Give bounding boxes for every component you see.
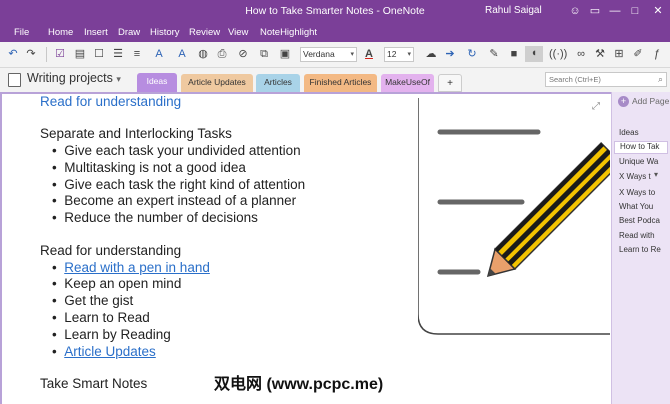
notebook-name: Writing projects (27, 71, 113, 85)
list-item: • Keep an open mind (52, 276, 182, 291)
plus-icon: + (618, 96, 629, 107)
list-item: • Reduce the number of decisions (52, 210, 258, 225)
menu-insert[interactable]: Insert (84, 27, 108, 38)
list-item: • Learn by Reading (52, 327, 171, 342)
styles-icon[interactable]: A (175, 47, 189, 61)
user-name[interactable]: Rahul Saigal (485, 5, 542, 16)
undo-icon[interactable]: ↶ (6, 47, 20, 61)
page-item[interactable]: Read with (619, 231, 667, 240)
search-input[interactable]: Search (Ctrl+E) ⌕ (545, 72, 667, 87)
spelling-icon[interactable]: A (152, 47, 166, 61)
font-name-select[interactable]: Verdana ▾ (300, 47, 357, 62)
section-heading: Take Smart Notes (40, 376, 148, 391)
list-item: • Give each task the right kind of atten… (52, 177, 306, 192)
list-item[interactable]: • Read with a pen in hand (52, 260, 210, 275)
chevron-down-icon: ▾ (407, 51, 411, 58)
close-button[interactable]: ✕ (648, 2, 668, 20)
watermark-text: 双电网 (www.pcpc.me) (214, 376, 384, 393)
format-painter-icon[interactable]: ⧉ (257, 47, 271, 61)
page-item[interactable]: What You (619, 202, 667, 211)
menu-view[interactable]: View (228, 27, 248, 38)
menu-history[interactable]: History (150, 27, 180, 38)
highlight-icon[interactable]: ✎ (487, 47, 501, 61)
list-item: • Give each task your undivided attentio… (52, 143, 301, 158)
tab-ideas[interactable]: Ideas (137, 73, 177, 92)
list-item: • Multitasking is not a good idea (52, 160, 246, 175)
minimize-button[interactable]: — (605, 2, 625, 20)
web-icon[interactable]: ◍ (196, 47, 210, 61)
fx-icon[interactable]: ƒ (650, 47, 664, 61)
list-item: • Become an expert instead of a planner (52, 193, 297, 208)
notebook-selector[interactable]: Writing projects ▾ (27, 71, 121, 85)
toolbar-separator (46, 47, 47, 62)
menu-review[interactable]: Review (189, 27, 220, 38)
add-page-button[interactable]: + Add Page (618, 96, 669, 107)
page-item[interactable]: Best Podca (619, 216, 667, 225)
search-placeholder: Search (Ctrl+E) (549, 75, 601, 84)
list-item: • Get the gist (52, 293, 134, 308)
expand-icon[interactable]: ⤢ (592, 101, 600, 112)
bullets-icon[interactable]: ☰ (111, 47, 125, 61)
link-icon[interactable]: ∞ (574, 47, 588, 61)
tab-article-updates[interactable]: Article Updates (181, 74, 253, 92)
tools-icon[interactable]: ⚒ (593, 47, 607, 61)
add-section-button[interactable]: + (438, 74, 462, 92)
dock-icon[interactable]: ▤ (73, 47, 87, 61)
font-size-value: 12 (387, 49, 397, 59)
block-icon[interactable]: ■ (507, 47, 521, 61)
notebook-icon (8, 73, 21, 87)
maximize-button[interactable]: □ (625, 2, 645, 20)
todo-tag-icon[interactable]: ☑ (53, 47, 67, 61)
font-size-select[interactable]: 12 ▾ (384, 47, 414, 62)
numbering-icon[interactable]: ≡ (130, 47, 144, 61)
tab-articles[interactable]: Articles (256, 74, 300, 92)
print-icon[interactable]: ⎙ (215, 47, 229, 61)
tab-makeuseof[interactable]: MakeUseOf (381, 74, 434, 92)
menu-file[interactable]: File (14, 27, 29, 38)
menu-bar: File Home Insert Draw History Review Vie… (0, 24, 670, 42)
attach-icon[interactable]: ⊘ (236, 47, 250, 61)
pencil-icon (486, 142, 610, 278)
cloud-icon[interactable]: ☁ (424, 47, 438, 61)
checklist-icon[interactable]: ☐ (92, 47, 106, 61)
menu-notehighlight[interactable]: NoteHighlight (260, 27, 317, 38)
chevron-down-icon: ▾ (350, 51, 354, 58)
add-page-label: Add Page (632, 96, 670, 106)
page-item[interactable]: X Ways to (619, 188, 667, 197)
section-heading: Separate and Interlocking Tasks (40, 126, 232, 141)
font-name-value: Verdana (303, 49, 335, 59)
smiley-icon[interactable]: ☺ (565, 2, 585, 20)
calculator-icon[interactable]: ⊞ (612, 47, 626, 61)
redo-icon[interactable]: ↷ (24, 47, 38, 61)
link[interactable]: Article Updates (64, 344, 156, 359)
pencil-illustration (418, 98, 610, 335)
list-item: • Learn to Read (52, 310, 150, 325)
title-bar: How to Take Smarter Notes - OneNote Rahu… (0, 0, 670, 24)
wireless-icon[interactable]: ((·)) (549, 47, 567, 61)
image-icon[interactable]: ▣ (278, 47, 292, 61)
search-icon[interactable]: ⌕ (658, 73, 663, 86)
chevron-down-icon[interactable]: ▾ (654, 170, 658, 179)
menu-draw[interactable]: Draw (118, 27, 140, 38)
audio-icon[interactable]: ◖ (525, 46, 543, 62)
link[interactable]: Read with a pen in hand (64, 260, 210, 275)
page-item-selected[interactable]: How to Tak (614, 141, 668, 154)
page-item[interactable]: Unique Wa (619, 157, 667, 166)
ribbon-display-icon[interactable]: ▭ (585, 2, 605, 20)
page-item[interactable]: Ideas (619, 128, 667, 137)
menu-home[interactable]: Home (48, 27, 73, 38)
font-color-icon[interactable]: A (362, 47, 376, 61)
tab-finished-articles[interactable]: Finished Articles (304, 74, 377, 92)
page-item[interactable]: Learn to Re (619, 245, 667, 254)
top-link-text[interactable]: Read for understanding (40, 94, 181, 109)
chevron-down-icon: ▾ (116, 74, 121, 84)
sync-icon[interactable]: ↻ (465, 47, 479, 61)
forward-arrow-icon[interactable]: ➔ (443, 47, 457, 61)
notebook-nav: Writing projects ▾ Ideas Article Updates… (0, 68, 670, 92)
brush-icon[interactable]: ✐ (631, 47, 645, 61)
list-item[interactable]: • Article Updates (52, 344, 156, 359)
page-item[interactable]: X Ways t (619, 172, 667, 181)
quick-toolbar: ↶ ↷ ☑ ▤ ☐ ☰ ≡ A A ◍ ⎙ ⊘ ⧉ ▣ Verdana ▾ A 1… (0, 42, 670, 68)
section-heading: Read for understanding (40, 243, 182, 258)
